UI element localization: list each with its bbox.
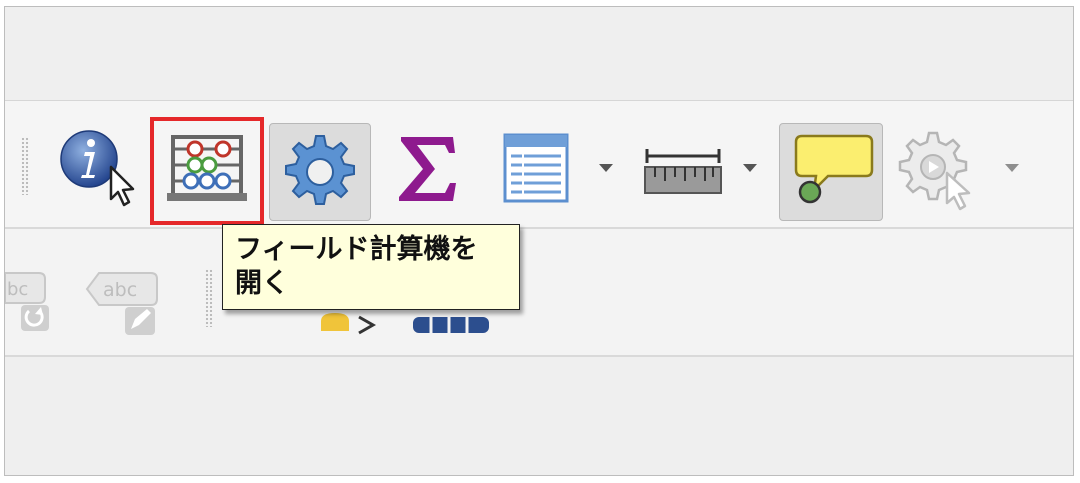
measure-ruler-icon <box>644 149 722 194</box>
run-feature-action-menu-arrow[interactable] <box>1005 164 1019 172</box>
attribute-table-menu-arrow[interactable] <box>599 164 613 172</box>
run-feature-action-icon <box>898 131 971 211</box>
statistical-summary-sigma-icon <box>399 137 456 201</box>
measure-menu-arrow[interactable] <box>743 164 757 172</box>
field-calculator-icon <box>167 135 247 201</box>
python-console-button[interactable] <box>315 309 387 339</box>
field-calculator-button[interactable] <box>165 131 249 207</box>
statistical-summary-button[interactable] <box>393 131 463 207</box>
processing-toolbox-gear-icon <box>285 135 355 205</box>
identify-features-icon <box>60 130 135 207</box>
map-tips-button[interactable] <box>779 123 883 221</box>
tooltip-line-2: 開く <box>235 268 289 299</box>
label-tool-text: abc <box>103 279 137 301</box>
plugin-toolbar-icon <box>413 317 489 333</box>
change-label-icon: abc <box>85 272 158 335</box>
attribute-table-button[interactable] <box>501 131 573 207</box>
qgis-window: bc abc <box>4 6 1074 476</box>
toolbar-grip-handle[interactable] <box>21 137 29 195</box>
attribute-table-icon <box>503 133 569 203</box>
menu-area <box>5 7 1073 101</box>
measure-button[interactable] <box>641 141 725 201</box>
field-calculator-tooltip: フィールド計算機を 開く <box>222 224 520 310</box>
processing-toolbox-button[interactable] <box>269 123 371 221</box>
partial-label-text: bc <box>7 279 28 300</box>
python-console-icon <box>321 313 377 335</box>
label-pin-button[interactable]: bc <box>5 267 61 337</box>
map-canvas-area <box>5 357 1073 475</box>
toolbar-grip-handle-2[interactable] <box>205 269 213 327</box>
run-feature-action-button[interactable] <box>895 129 983 211</box>
map-tips-icon <box>794 134 874 204</box>
attributes-toolbar <box>5 101 1073 229</box>
change-label-button[interactable]: abc <box>85 265 175 339</box>
plugin-toolbar-button[interactable] <box>409 313 493 337</box>
label-toolbar: bc abc <box>5 229 1073 357</box>
label-pin-icon: bc <box>5 272 49 331</box>
tooltip-line-1: フィールド計算機を <box>235 234 478 265</box>
identify-features-button[interactable] <box>55 125 139 209</box>
